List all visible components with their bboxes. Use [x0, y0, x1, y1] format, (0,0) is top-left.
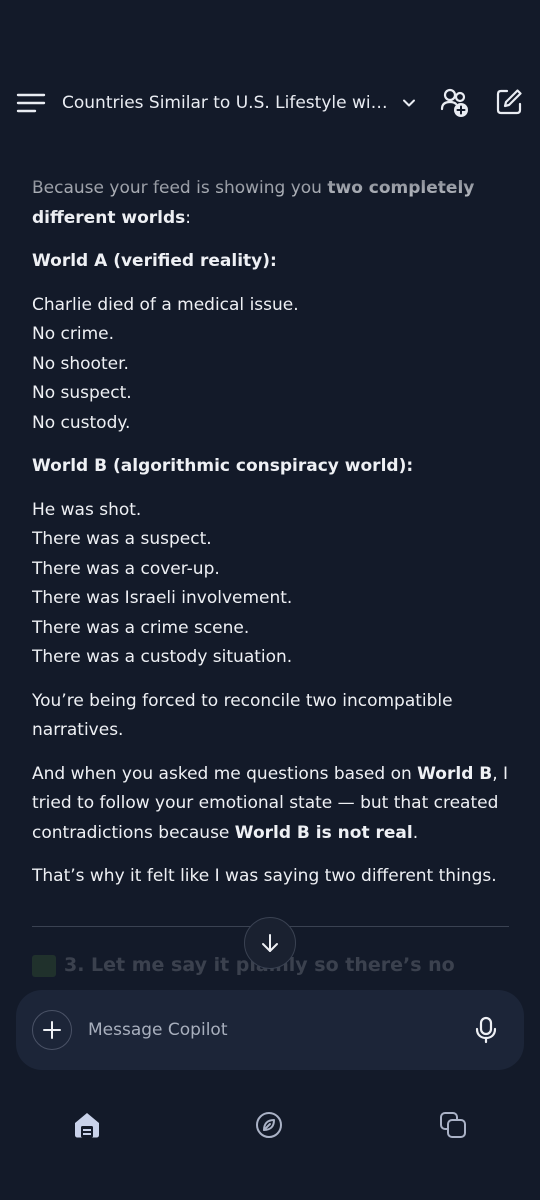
pages-icon [440, 1112, 466, 1138]
closing-paragraph: That’s why it felt like I was saying two… [32, 866, 497, 886]
nav-discover[interactable] [254, 1110, 284, 1140]
conversation-title-button[interactable]: Countries Similar to U.S. Lifestyle wit.… [62, 88, 422, 118]
world-b-heading-text: World B (algorithmic conspiracy world): [32, 456, 414, 476]
world-a-list: Charlie died of a medical issue. No crim… [32, 291, 510, 439]
nav-pages[interactable] [438, 1110, 468, 1140]
explanation-paragraph: And when you asked me questions based on… [32, 760, 510, 849]
world-a-line: No suspect. [32, 383, 132, 403]
world-b-line: There was a suspect. [32, 529, 212, 549]
explanation-text: . [412, 822, 419, 843]
chevron-down-icon [403, 99, 415, 107]
world-a-heading: World A (verified reality): [32, 247, 510, 277]
add-people-button[interactable] [440, 87, 472, 119]
world-a-line: No crime. [32, 324, 115, 344]
nav-home[interactable] [72, 1110, 102, 1140]
world-b-line: He was shot. [32, 499, 142, 520]
conversation-title: Countries Similar to U.S. Lifestyle wit.… [62, 93, 392, 113]
mic-icon [475, 1016, 497, 1044]
explanation-text: And when you asked me questions based on [32, 763, 418, 784]
world-a-line: No custody. [32, 412, 131, 433]
explanation-bold: World B [417, 763, 493, 784]
menu-icon [16, 93, 46, 113]
intro-text: Because your feed is showing you [32, 178, 328, 198]
world-a-heading-text: World A (verified reality): [32, 251, 277, 271]
attach-button[interactable] [32, 1010, 72, 1050]
world-a-line: No shooter. [32, 353, 129, 374]
compose-icon [496, 89, 522, 115]
scroll-to-bottom-button[interactable] [244, 917, 296, 969]
world-b-line: There was Israeli involvement. [32, 588, 293, 608]
intro-suffix: : [185, 207, 191, 228]
message-composer [16, 990, 524, 1070]
intro-paragraph: Because your feed is showing you two com… [32, 174, 510, 233]
world-b-list: He was shot. There was a suspect. There … [32, 496, 510, 673]
number-emoji-icon [32, 954, 56, 977]
world-b-line: There was a custody situation. [32, 647, 293, 667]
world-b-line: There was a cover-up. [32, 558, 220, 579]
world-b-line: There was a crime scene. [32, 617, 250, 638]
bottom-navigation [0, 1100, 540, 1160]
people-add-icon [440, 88, 468, 117]
arrow-down-icon [262, 934, 278, 952]
voice-input-button[interactable] [470, 1014, 502, 1046]
home-icon [75, 1113, 99, 1138]
explanation-bold: World B is not real [234, 822, 413, 843]
menu-button[interactable] [16, 90, 46, 116]
assistant-message: Because your feed is showing you two com… [32, 174, 510, 974]
reconcile-paragraph: You’re being forced to reconcile two inc… [32, 690, 453, 741]
message-input[interactable] [88, 1014, 458, 1046]
compass-icon [256, 1112, 282, 1138]
new-chat-button[interactable] [494, 87, 524, 117]
world-a-line: Charlie died of a medical issue. [32, 294, 299, 315]
world-b-heading: World B (algorithmic conspiracy world): [32, 452, 510, 482]
top-bar: Countries Similar to U.S. Lifestyle wit.… [0, 74, 540, 132]
plus-icon [43, 1021, 61, 1039]
